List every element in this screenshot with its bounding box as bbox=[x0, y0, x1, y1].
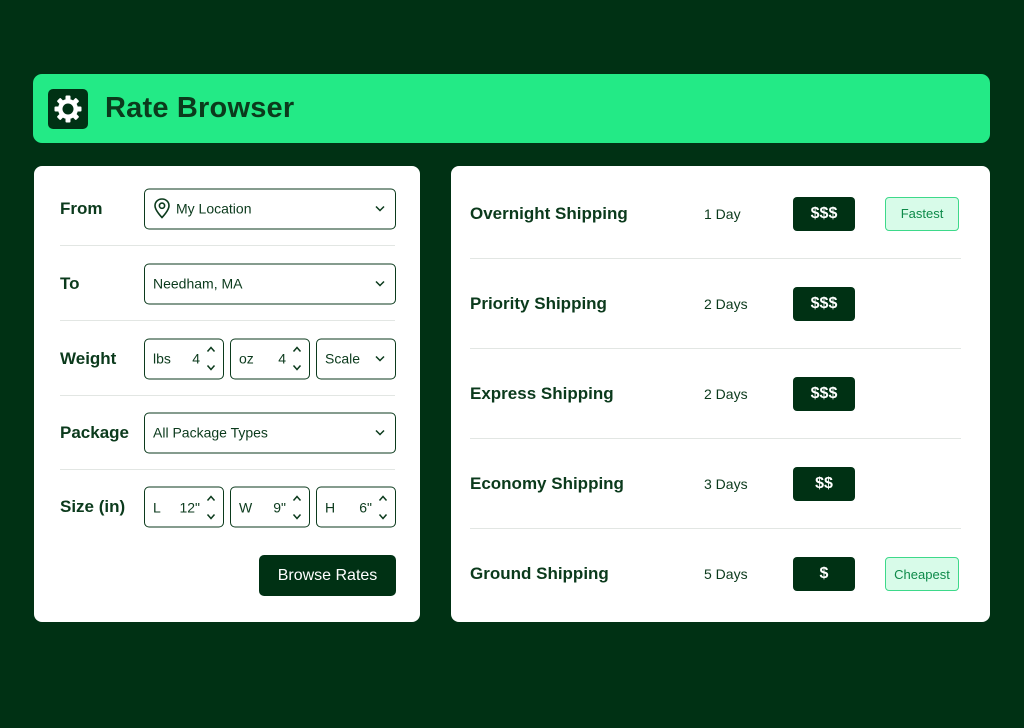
chevron-down-icon bbox=[373, 426, 387, 440]
rate-row[interactable]: Ground Shipping 5 Days $ Cheapest bbox=[470, 529, 961, 619]
package-label: Package bbox=[60, 422, 129, 442]
rate-days: 1 Day bbox=[704, 205, 741, 222]
rate-row[interactable]: Overnight Shipping 1 Day $$$ Fastest bbox=[470, 169, 961, 259]
price-badge: $$$ bbox=[793, 286, 855, 321]
rates-results-panel: Overnight Shipping 1 Day $$$ Fastest Pri… bbox=[451, 166, 990, 622]
rate-days: 2 Days bbox=[704, 295, 748, 312]
size-length-stepper[interactable]: L 12" bbox=[144, 486, 224, 528]
height-unit: H bbox=[325, 499, 336, 515]
package-value: All Package Types bbox=[153, 424, 268, 441]
stepper-arrows-icon[interactable] bbox=[290, 492, 304, 522]
to-label: To bbox=[60, 273, 80, 293]
chevron-down-icon bbox=[373, 277, 387, 291]
from-value: My Location bbox=[176, 200, 252, 217]
rate-name: Express Shipping bbox=[470, 383, 614, 403]
gear-icon bbox=[48, 89, 88, 129]
from-select[interactable]: My Location bbox=[144, 188, 396, 229]
rate-row[interactable]: Priority Shipping 2 Days $$$ bbox=[470, 259, 961, 349]
from-row: From My Location bbox=[60, 172, 396, 246]
oz-unit: oz bbox=[239, 350, 254, 367]
size-row: Size (in) L 12" W 9" H 6" bbox=[60, 470, 396, 544]
to-row: To Needham, MA bbox=[60, 247, 396, 321]
stepper-arrows-icon[interactable] bbox=[204, 492, 218, 522]
stepper-arrows-icon[interactable] bbox=[290, 344, 304, 374]
lbs-value: 4 bbox=[192, 350, 200, 367]
size-height-stepper[interactable]: H 6" bbox=[316, 486, 396, 528]
lbs-unit: lbs bbox=[153, 350, 171, 367]
package-select[interactable]: All Package Types bbox=[144, 412, 396, 453]
oz-value: 4 bbox=[278, 350, 286, 367]
stepper-arrows-icon[interactable] bbox=[376, 492, 390, 522]
rate-days: 2 Days bbox=[704, 385, 748, 402]
weight-oz-stepper[interactable]: oz 4 bbox=[230, 338, 310, 379]
rate-name: Priority Shipping bbox=[470, 293, 607, 313]
scale-select[interactable]: Scale bbox=[316, 338, 396, 379]
size-label: Size (in) bbox=[60, 497, 126, 516]
scale-value: Scale bbox=[325, 350, 361, 367]
rate-days: 3 Days bbox=[704, 475, 748, 492]
width-value: 9" bbox=[273, 499, 286, 515]
height-value: 6" bbox=[359, 499, 372, 515]
width-unit: W bbox=[239, 499, 253, 515]
weight-row: Weight lbs 4 oz 4 Scale bbox=[60, 322, 396, 396]
price-badge: $$$ bbox=[793, 376, 855, 411]
weight-label: Weight bbox=[60, 348, 117, 368]
rate-name: Economy Shipping bbox=[470, 473, 624, 493]
to-select[interactable]: Needham, MA bbox=[144, 263, 396, 304]
to-value: Needham, MA bbox=[153, 275, 243, 292]
rate-name: Ground Shipping bbox=[470, 564, 609, 583]
rate-name: Overnight Shipping bbox=[470, 203, 628, 223]
weight-lbs-stepper[interactable]: lbs 4 bbox=[144, 338, 224, 379]
cheapest-tag: Cheapest bbox=[885, 557, 959, 591]
package-row: Package All Package Types bbox=[60, 396, 396, 470]
length-value: 12" bbox=[179, 499, 200, 515]
app-header: Rate Browser bbox=[33, 74, 990, 143]
location-pin-icon bbox=[154, 198, 170, 219]
price-badge: $$$ bbox=[793, 196, 855, 231]
stepper-arrows-icon[interactable] bbox=[204, 344, 218, 374]
chevron-down-icon bbox=[373, 202, 387, 216]
length-unit: L bbox=[153, 499, 161, 515]
price-badge: $ bbox=[793, 557, 855, 591]
rate-days: 5 Days bbox=[704, 566, 748, 582]
price-badge: $$ bbox=[793, 466, 855, 501]
rate-row[interactable]: Express Shipping 2 Days $$$ bbox=[470, 349, 961, 439]
search-form-panel: From My Location To Needham, MA Weight l… bbox=[34, 166, 420, 622]
chevron-down-icon bbox=[373, 352, 387, 366]
size-width-stepper[interactable]: W 9" bbox=[230, 486, 310, 528]
rate-row[interactable]: Economy Shipping 3 Days $$ bbox=[470, 439, 961, 529]
fastest-tag: Fastest bbox=[885, 196, 959, 231]
from-label: From bbox=[60, 198, 103, 218]
app-title: Rate Browser bbox=[105, 92, 295, 124]
browse-rates-button[interactable]: Browse Rates bbox=[259, 555, 396, 596]
